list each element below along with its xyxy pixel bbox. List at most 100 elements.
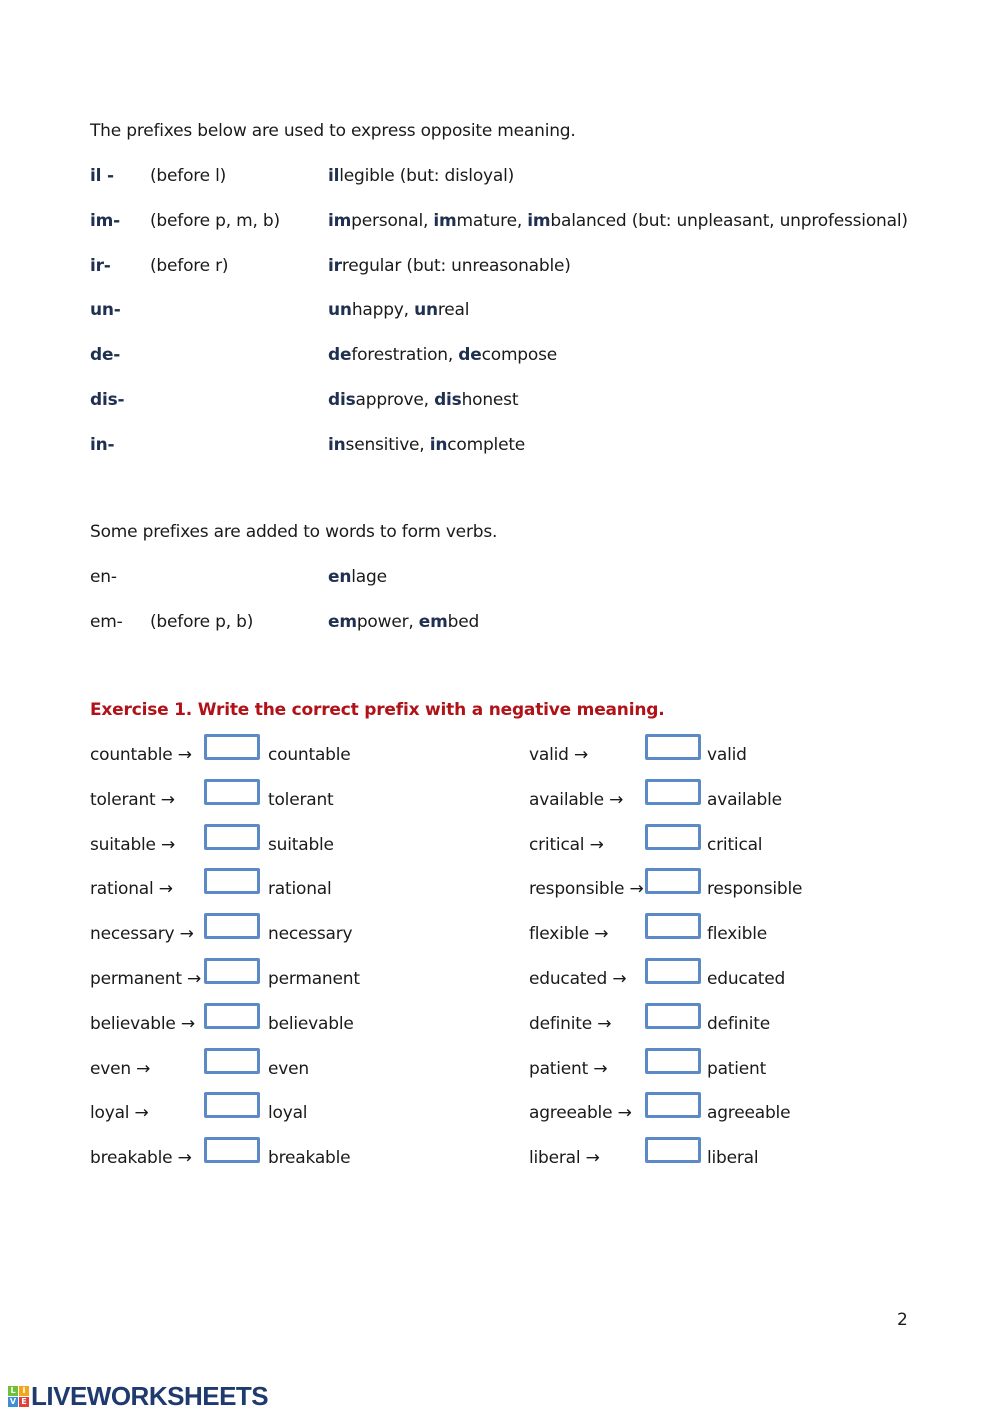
prefix-label: de- bbox=[90, 345, 121, 366]
exercise-word-prompt: tolerant → bbox=[90, 789, 175, 811]
exercise-base-word: loyal bbox=[268, 1103, 308, 1124]
example-rest: regular (but: unreasonable) bbox=[341, 255, 571, 276]
example-rest: balanced (but: unpleasant, unprofessiona… bbox=[550, 210, 908, 231]
exercise-word-prompt: responsible → bbox=[529, 878, 644, 900]
example-prefix-part: em bbox=[418, 611, 448, 632]
logo-letter-tile: L bbox=[8, 1385, 18, 1396]
prompt-word: critical bbox=[529, 834, 585, 855]
prefix-answer-input[interactable] bbox=[645, 1092, 701, 1119]
arrow-icon: → bbox=[177, 745, 192, 765]
prefix-note: (before l) bbox=[150, 166, 227, 186]
prefix-examples: illegible (but: disloyal) bbox=[328, 165, 514, 187]
prompt-word: believable bbox=[90, 1013, 176, 1034]
prefix-examples: empower, embed bbox=[328, 611, 479, 633]
liveworksheets-logo[interactable]: LIVE LIVEWORKSHEETS bbox=[8, 1381, 269, 1411]
prefix-answer-input[interactable] bbox=[645, 1137, 701, 1164]
exercise-base-word: even bbox=[268, 1058, 309, 1079]
exercise-base-word: responsible bbox=[707, 879, 803, 900]
exercise-base-word: countable bbox=[268, 745, 351, 765]
example-rest: complete bbox=[447, 434, 526, 455]
exercise-word-prompt: patient → bbox=[529, 1058, 608, 1080]
arrow-icon: → bbox=[161, 834, 176, 855]
arrow-icon: → bbox=[158, 879, 173, 900]
arrow-icon: → bbox=[160, 789, 175, 810]
example-prefix-part: dis bbox=[434, 390, 462, 410]
example-rest: real bbox=[437, 300, 470, 321]
exercise-base-word: educated bbox=[707, 969, 786, 989]
example-prefix-part: ir bbox=[328, 255, 342, 276]
prefix-examples: impersonal, immature, imbalanced (but: u… bbox=[328, 210, 908, 232]
example-prefix-part: un bbox=[414, 300, 438, 321]
prefix-examples: enlage bbox=[328, 566, 387, 588]
prompt-word: liberal bbox=[529, 1148, 581, 1169]
prefix-note: (before p, m, b) bbox=[150, 210, 280, 231]
exercise-base-word: flexible bbox=[707, 924, 768, 945]
prefix-answer-input[interactable] bbox=[204, 958, 260, 984]
example-rest: power, bbox=[356, 611, 419, 632]
prefix-answer-input[interactable] bbox=[204, 778, 260, 805]
prefix-examples: insensitive, incomplete bbox=[328, 434, 525, 456]
exercise-base-word: critical bbox=[707, 834, 763, 855]
example-prefix-part: in bbox=[429, 434, 448, 455]
prompt-word: valid bbox=[529, 745, 569, 765]
liveworksheets-logo-icon: LIVE bbox=[8, 1385, 29, 1407]
exercise-word-prompt: available → bbox=[529, 789, 623, 811]
prefix-examples: irregular (but: unreasonable) bbox=[328, 255, 571, 277]
arrow-icon: → bbox=[589, 834, 604, 855]
prefix-label: im- bbox=[90, 210, 120, 231]
prefix-answer-input[interactable] bbox=[204, 823, 260, 850]
prefix-answer-input[interactable] bbox=[204, 1137, 260, 1164]
prefix-examples: disapprove, dishonest bbox=[328, 389, 519, 411]
arrow-icon: → bbox=[136, 1058, 151, 1079]
exercise-word-prompt: believable → bbox=[90, 1013, 195, 1035]
prompt-word: agreeable bbox=[529, 1103, 613, 1124]
prompt-word: even bbox=[90, 1058, 131, 1079]
example-prefix-part: de bbox=[328, 345, 352, 366]
prefix-answer-input[interactable] bbox=[645, 958, 701, 984]
exercise-word-prompt: even → bbox=[90, 1058, 150, 1080]
example-rest: compose bbox=[481, 345, 558, 366]
prefix-examples: unhappy, unreal bbox=[328, 299, 469, 321]
example-prefix-part: im bbox=[328, 210, 352, 231]
logo-letter-tile: E bbox=[19, 1396, 29, 1407]
prefix-answer-input[interactable] bbox=[204, 1047, 260, 1074]
exercise-word-prompt: countable → bbox=[90, 744, 192, 766]
prefix-note: (before p, b) bbox=[150, 611, 254, 632]
example-rest: mature, bbox=[456, 210, 528, 231]
prompt-word: permanent bbox=[90, 969, 182, 989]
exercise-base-word: permanent bbox=[268, 969, 360, 989]
exercise-base-word: liberal bbox=[707, 1148, 759, 1169]
prefix-answer-input[interactable] bbox=[645, 823, 701, 850]
prefix-answer-input[interactable] bbox=[645, 1002, 701, 1029]
prefix-answer-input[interactable] bbox=[645, 1047, 701, 1074]
exercise-word-prompt: definite → bbox=[529, 1013, 611, 1035]
prefix-answer-input[interactable] bbox=[204, 1002, 260, 1029]
exercise-word-prompt: flexible → bbox=[529, 923, 608, 945]
exercise-base-word: available bbox=[707, 789, 782, 810]
arrow-icon: → bbox=[134, 1103, 149, 1124]
prefix-answer-input[interactable] bbox=[204, 913, 260, 940]
exercise-base-word: patient bbox=[707, 1058, 767, 1079]
prefix-answer-input[interactable] bbox=[645, 868, 701, 895]
prefix-answer-input[interactable] bbox=[204, 868, 260, 895]
arrow-icon: → bbox=[612, 969, 627, 989]
prefix-answer-input[interactable] bbox=[645, 778, 701, 805]
prompt-word: tolerant bbox=[90, 789, 156, 810]
arrow-icon: → bbox=[609, 789, 624, 810]
prefix-answer-input[interactable] bbox=[204, 1092, 260, 1119]
exercise-word-prompt: valid → bbox=[529, 744, 588, 766]
exercise-word-prompt: suitable → bbox=[90, 834, 175, 856]
exercise-title: Exercise 1. Write the correct prefix wit… bbox=[90, 700, 665, 720]
arrow-icon: → bbox=[573, 745, 588, 765]
prefix-answer-input[interactable] bbox=[645, 734, 701, 760]
prefix-note: (before r) bbox=[150, 255, 229, 276]
example-prefix-part: em bbox=[328, 611, 357, 632]
prefix-answer-input[interactable] bbox=[645, 913, 701, 940]
exercise-base-word: tolerant bbox=[268, 789, 334, 810]
exercise-word-prompt: permanent → bbox=[90, 968, 201, 990]
prefix-examples: deforestration, decompose bbox=[328, 344, 557, 366]
prompt-word: patient bbox=[529, 1058, 589, 1079]
arrow-icon: → bbox=[593, 1058, 608, 1079]
prompt-word: loyal bbox=[90, 1103, 130, 1124]
prefix-answer-input[interactable] bbox=[204, 734, 260, 760]
